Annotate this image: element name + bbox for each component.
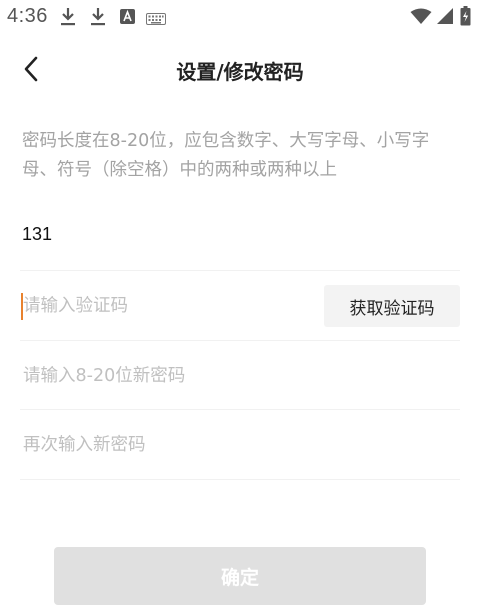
phone-number-value: 131: [22, 224, 53, 244]
text-a-icon: [120, 9, 135, 28]
new-password-input[interactable]: [20, 356, 303, 396]
status-time: 4:36: [7, 5, 48, 27]
signal-icon: [436, 7, 454, 29]
get-verification-code-button[interactable]: 获取验证码: [324, 285, 460, 327]
battery-icon: [460, 6, 471, 30]
confirm-button[interactable]: 确定: [54, 547, 426, 605]
verification-code-input[interactable]: [20, 286, 303, 326]
new-password-row: [20, 342, 460, 410]
wifi-icon: [410, 8, 432, 29]
phone-row: 131: [20, 202, 460, 271]
confirm-password-row: [20, 411, 460, 480]
verification-code-row: 获取验证码: [20, 272, 460, 341]
status-bar: 4:36: [0, 0, 480, 34]
password-rule-hint: 密码长度在8-20位，应包含数字、大写字母、小写字母、符号（除空格）中的两种或两…: [22, 131, 430, 180]
download-icon: [60, 7, 76, 31]
reset-password-screen: 4:36 设置/修改密码 密码长度在8-20位，应包含数字、大写字母、小写字母、…: [0, 0, 480, 616]
page-title: 设置/修改密码: [176, 60, 304, 84]
keyboard-icon: [146, 10, 166, 29]
download-icon: [90, 7, 106, 31]
confirm-password-input[interactable]: [20, 425, 303, 465]
